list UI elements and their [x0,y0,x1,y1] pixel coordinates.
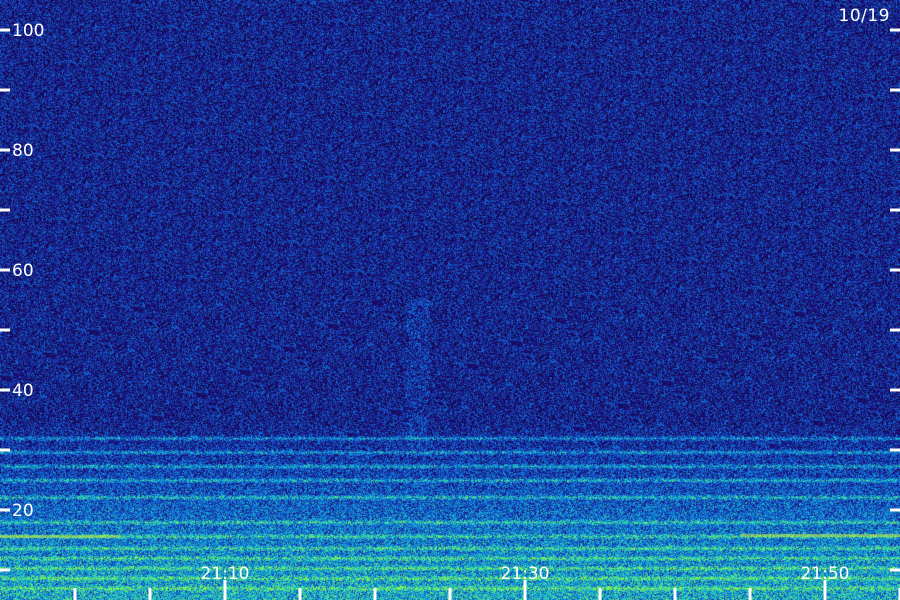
spectrogram-chart: 100 80 60 40 20 21:10 21:30 21:50 10/19 [0,0,900,600]
y-tick-label: 60 [12,261,34,281]
y-tick-label: 20 [12,501,34,521]
x-tick-label: 21:30 [501,564,550,584]
date-label: 10/19 [838,6,890,26]
chart-axes: 100 80 60 40 20 21:10 21:30 21:50 [0,21,900,600]
y-tick-label: 100 [12,21,44,41]
y-tick-label: 40 [12,381,34,401]
x-tick-label: 21:10 [201,564,250,584]
y-tick-label: 80 [12,141,34,161]
x-tick-label: 21:50 [801,564,850,584]
